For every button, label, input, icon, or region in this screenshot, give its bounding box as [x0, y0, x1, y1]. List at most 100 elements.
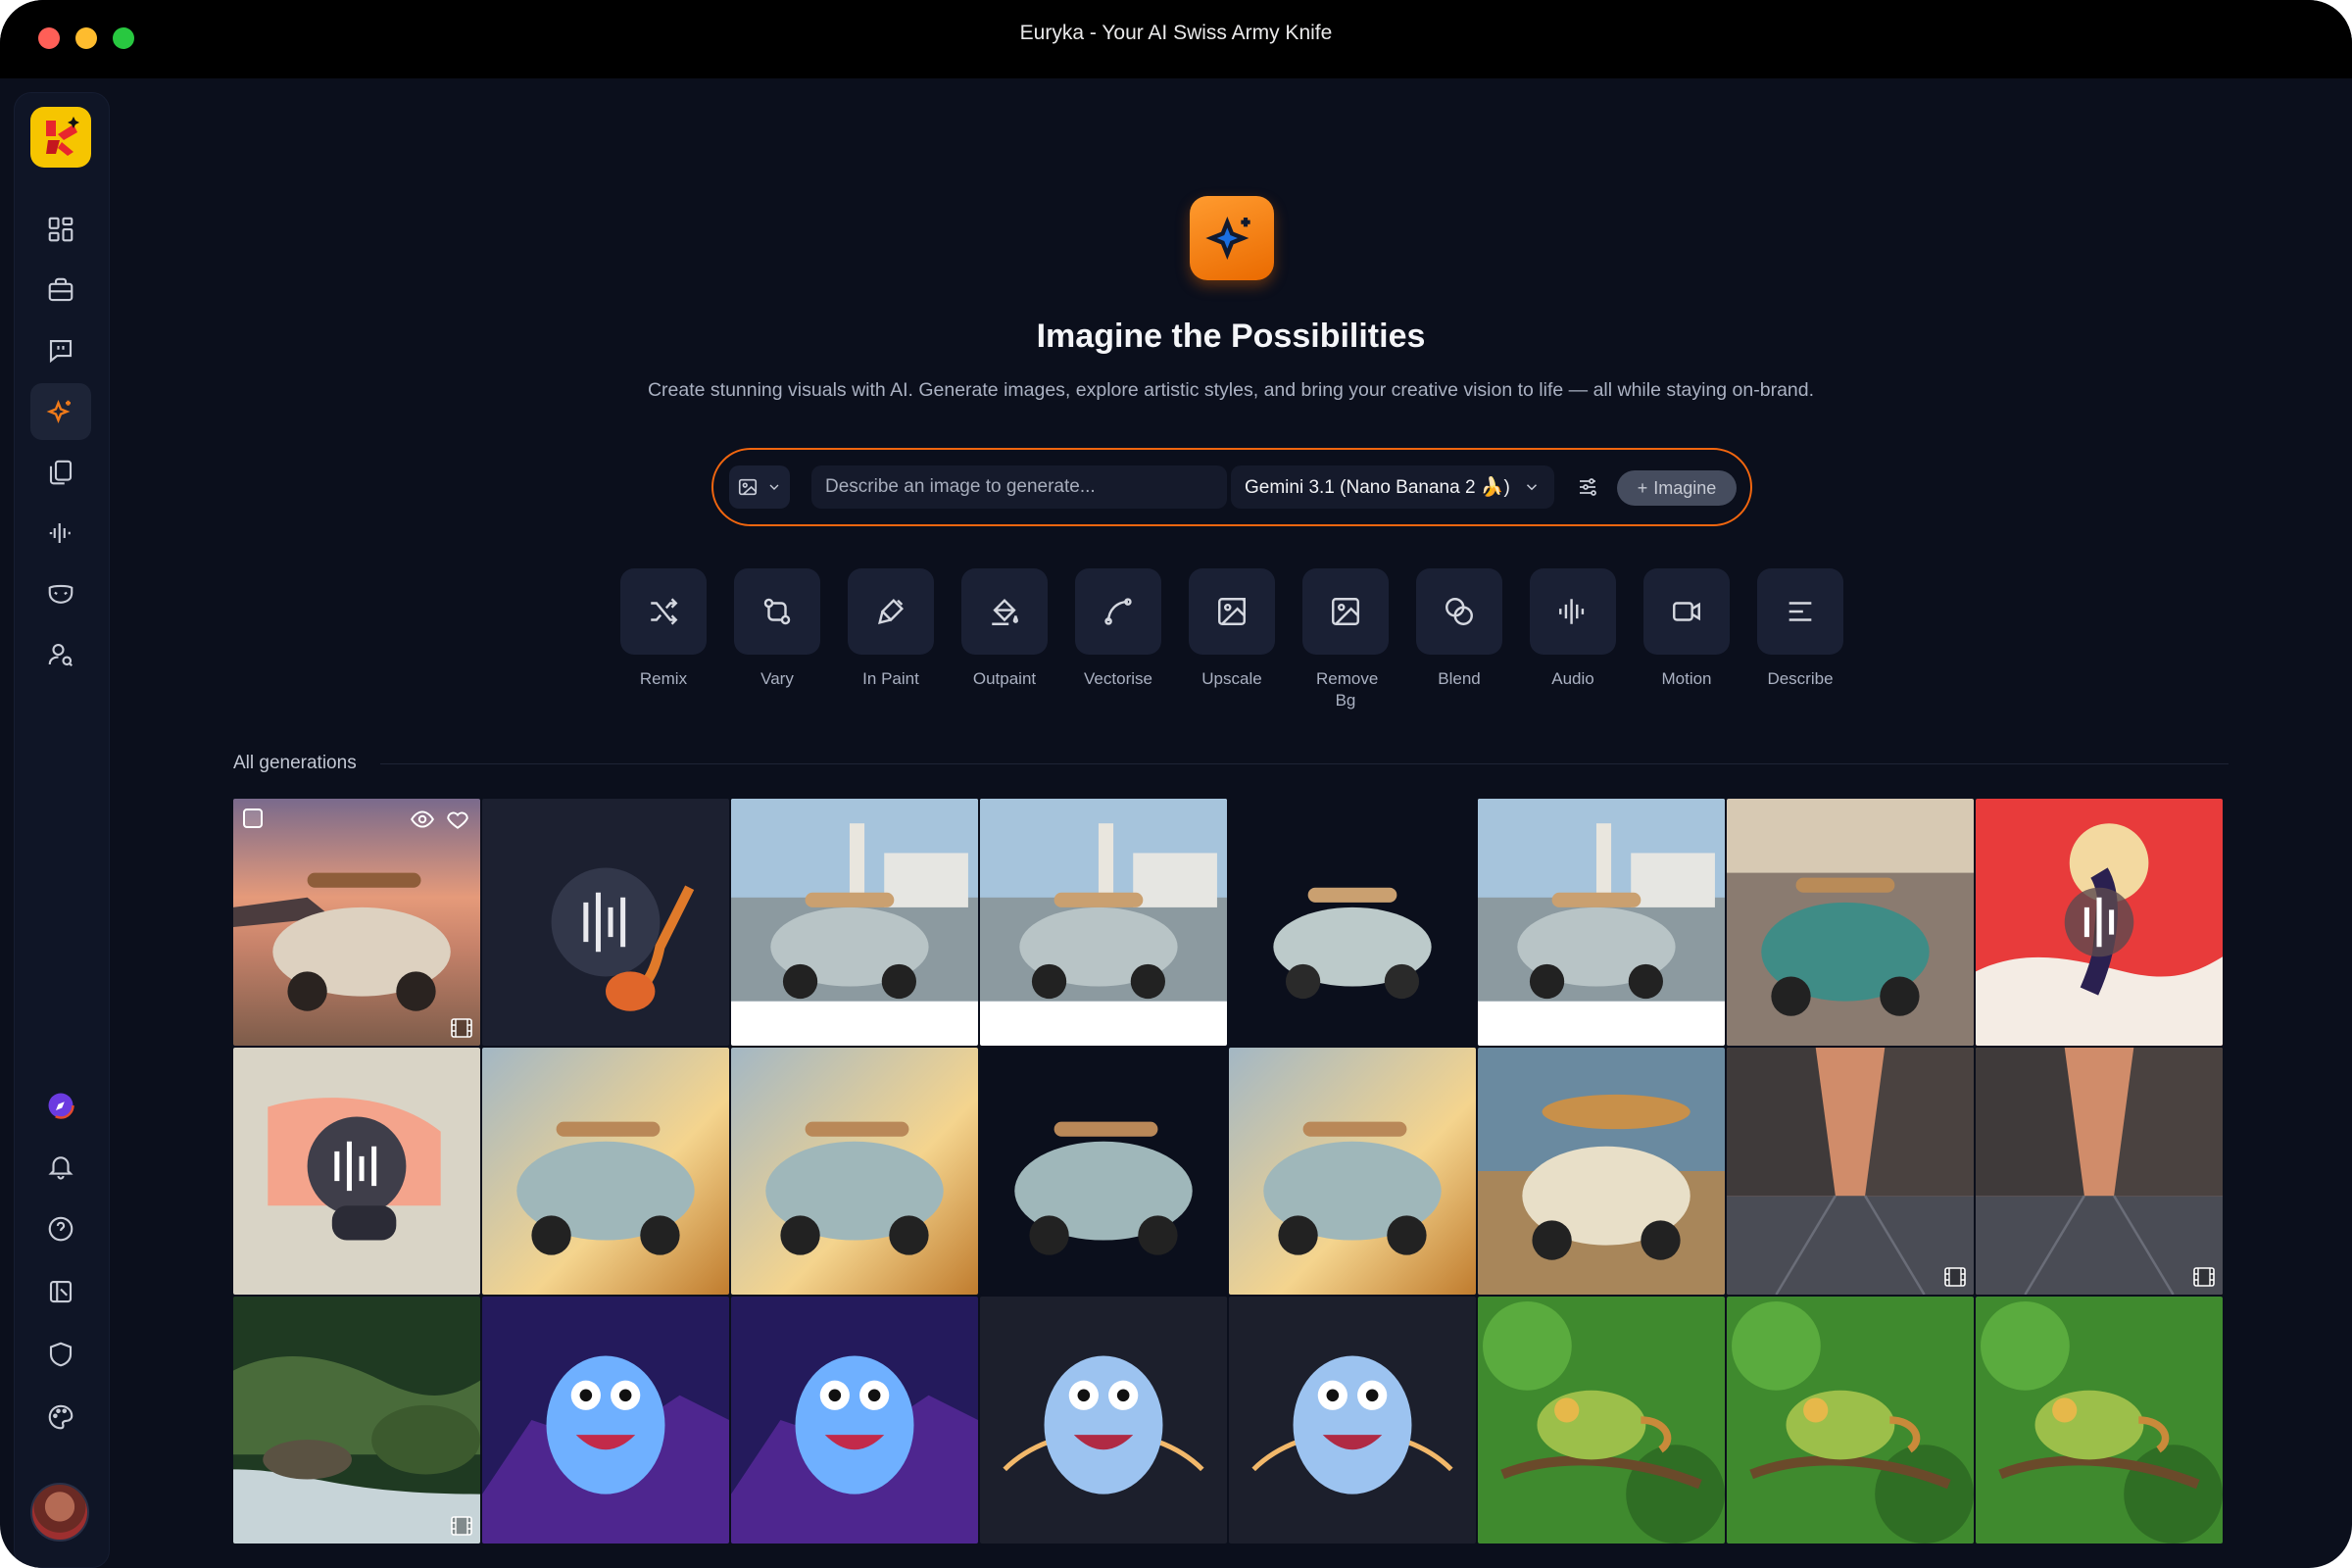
audio-lines-icon	[1559, 599, 1585, 624]
palette-icon	[48, 1404, 74, 1430]
hero-sparkles-icon	[1190, 196, 1274, 280]
video-film-icon	[451, 1516, 472, 1536]
generation-tile[interactable]	[482, 799, 729, 1046]
generation-tile[interactable]	[482, 1297, 729, 1544]
sidebar-item-library[interactable]	[30, 1263, 91, 1320]
generation-tile[interactable]	[980, 1048, 1227, 1295]
sidebar-item-documents[interactable]	[30, 444, 91, 501]
euryka-logo-icon[interactable]	[30, 107, 91, 168]
media-type-dropdown[interactable]	[729, 466, 790, 509]
image-upscale-icon	[1218, 598, 1246, 625]
image-icon	[738, 478, 758, 496]
text-align-icon	[1788, 602, 1812, 621]
generation-tile[interactable]	[233, 1048, 480, 1295]
generation-tile[interactable]	[1229, 1048, 1476, 1295]
library-icon	[49, 1280, 73, 1303]
video-film-icon	[2193, 1267, 2215, 1287]
sidebar-item-security[interactable]	[30, 1326, 91, 1383]
video-film-icon	[451, 1018, 472, 1038]
tool-remove-bg[interactable]: Remove Bg	[1301, 568, 1390, 711]
paintbrush-icon	[878, 598, 905, 624]
sidebar-item-audio[interactable]	[30, 505, 91, 562]
sidebar-item-notifications[interactable]	[30, 1138, 91, 1195]
sidebar-item-themes[interactable]	[30, 1389, 91, 1446]
git-compare-icon	[763, 598, 791, 625]
generation-tile[interactable]	[1727, 1048, 1974, 1295]
model-select[interactable]: Gemini 3.1 (Nano Banana 2 🍌)	[1231, 466, 1554, 509]
generation-tile[interactable]	[1478, 1297, 1725, 1544]
plus-icon: +	[1637, 477, 1648, 498]
generation-tile[interactable]	[1478, 1048, 1725, 1295]
tool-in-paint[interactable]: In Paint	[847, 568, 935, 690]
mask-icon	[48, 584, 74, 604]
bell-icon	[48, 1156, 74, 1180]
prompt-bar: Gemini 3.1 (Nano Banana 2 🍌) + Imagine	[711, 448, 1752, 526]
generation-tile[interactable]	[731, 1048, 978, 1295]
generation-tile[interactable]	[1229, 799, 1476, 1046]
waveform-icon	[49, 523, 71, 543]
heart-icon[interactable]	[443, 807, 472, 832]
sidebar-item-dashboard[interactable]	[30, 201, 91, 258]
tool-describe[interactable]: Describe	[1756, 568, 1844, 690]
generation-tile[interactable]	[1727, 1297, 1974, 1544]
chevron-down-icon	[1526, 484, 1538, 491]
shuffle-icon	[651, 598, 678, 625]
generation-tile[interactable]	[1976, 1297, 2223, 1544]
tool-vectorise[interactable]: Vectorise	[1074, 568, 1162, 690]
video-icon	[1673, 602, 1700, 621]
briefcase-icon	[48, 277, 74, 302]
sidebar-item-help[interactable]	[30, 1200, 91, 1257]
sidebar-item-personas[interactable]	[30, 626, 91, 683]
generation-tile[interactable]	[1478, 799, 1725, 1046]
tool-motion[interactable]: Motion	[1642, 568, 1731, 690]
page-title: Imagine the Possibilities	[1036, 318, 1426, 355]
sidebar-item-explore[interactable]	[30, 1077, 91, 1134]
generation-settings-button[interactable]	[1570, 469, 1605, 505]
generation-tile[interactable]	[731, 799, 978, 1046]
prompt-input[interactable]	[811, 466, 1227, 509]
section-label: All generations	[233, 753, 357, 773]
generation-tile[interactable]	[233, 799, 480, 1046]
copy-icon	[49, 460, 73, 485]
paint-bucket-icon	[992, 598, 1018, 625]
chevron-down-icon	[769, 484, 779, 490]
title-bar: Euryka - Your AI Swiss Army Knife	[0, 0, 2352, 78]
bezier-curve-icon	[1104, 598, 1132, 625]
sliders-icon	[1580, 478, 1596, 496]
generation-tile[interactable]	[980, 799, 1227, 1046]
imagine-button-label: Imagine	[1653, 477, 1717, 498]
imagine-button[interactable]: + Imagine	[1617, 470, 1737, 506]
tool-remix[interactable]: Remix	[619, 568, 708, 690]
section-divider	[380, 763, 2229, 764]
user-search-icon	[48, 643, 74, 667]
tool-audio[interactable]: Audio	[1529, 568, 1617, 690]
tool-vary[interactable]: Vary	[733, 568, 821, 690]
sidebar-item-toolkit[interactable]	[30, 262, 91, 318]
model-select-value: Gemini 3.1 (Nano Banana 2 🍌)	[1245, 477, 1510, 498]
generation-tile[interactable]	[233, 1297, 480, 1544]
app-window: Euryka - Your AI Swiss Army Knife Imagin…	[0, 0, 2352, 1568]
shield-icon	[49, 1342, 73, 1367]
help-circle-icon	[48, 1216, 74, 1242]
grid-icon	[48, 217, 74, 242]
sidebar	[14, 92, 110, 1568]
video-film-icon	[1944, 1267, 1966, 1287]
generation-tile[interactable]	[1976, 799, 2223, 1046]
image-remove-icon	[1332, 598, 1359, 625]
generation-tile[interactable]	[731, 1297, 978, 1544]
user-avatar[interactable]	[30, 1483, 89, 1542]
tool-blend[interactable]: Blend	[1415, 568, 1503, 690]
window-title: Euryka - Your AI Swiss Army Knife	[1019, 22, 1333, 44]
generation-tile[interactable]	[1229, 1297, 1476, 1544]
generation-tile[interactable]	[1727, 799, 1974, 1046]
sidebar-item-brand[interactable]	[30, 565, 91, 622]
select-checkbox[interactable]	[243, 808, 263, 828]
generation-tile[interactable]	[482, 1048, 729, 1295]
tool-upscale[interactable]: Upscale	[1188, 568, 1276, 690]
generation-tile[interactable]	[980, 1297, 1227, 1544]
compass-icon	[47, 1092, 74, 1119]
generation-tile[interactable]	[1976, 1048, 2223, 1295]
tool-outpaint[interactable]: Outpaint	[960, 568, 1049, 690]
eye-icon[interactable]	[408, 807, 437, 832]
page-subtitle: Create stunning visuals with AI. Generat…	[647, 379, 1815, 401]
